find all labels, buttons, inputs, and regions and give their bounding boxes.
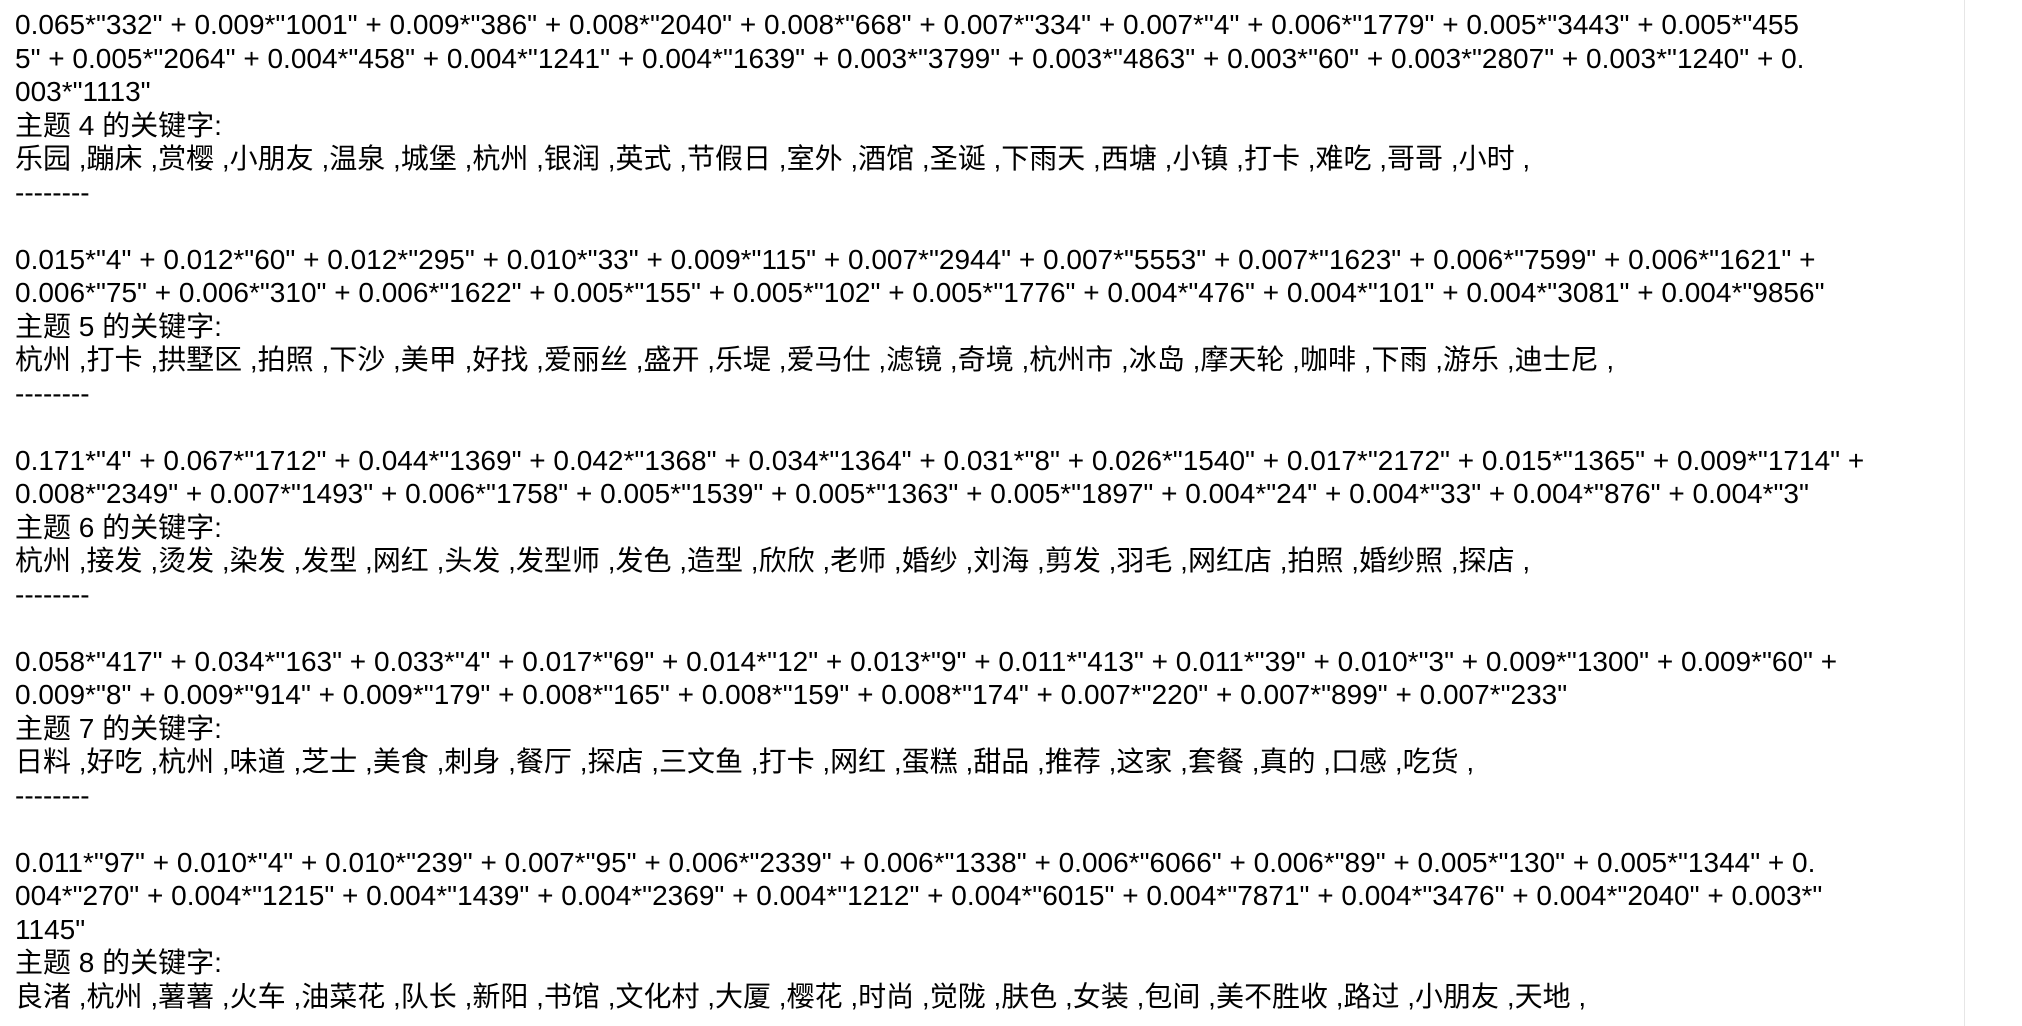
topic-keywords: 乐园 ,蹦床 ,赏樱 ,小朋友 ,温泉 ,城堡 ,杭州 ,银润 ,英式 ,节假日… <box>15 143 1531 174</box>
weights-line: 1145" <box>15 913 86 945</box>
topic-heading: 主题 8 的关键字: <box>15 947 222 978</box>
weights-line: 004*"270" + 0.004*"1215" + 0.004*"1439" … <box>15 880 1823 911</box>
topic-separator: -------- <box>15 779 90 811</box>
weights-line: 003*"1113" <box>15 76 151 107</box>
topic-separator: -------- <box>15 578 90 610</box>
weights-line: 0.008*"2349" + 0.007*"1493" + 0.006*"175… <box>15 478 1809 509</box>
output-text: 0.065*"332" + 0.009*"1001" + 0.009*"386"… <box>0 0 1965 1013</box>
topic-heading: 主题 6 的关键字: <box>15 511 222 543</box>
topic-heading: 主题 7 的关键字: <box>15 712 222 744</box>
weights-line: 5" + 0.005*"2064" + 0.004*"458" + 0.004*… <box>15 42 1805 74</box>
topic-separator: -------- <box>15 377 90 409</box>
topic-keywords: 杭州 ,接发 ,烫发 ,染发 ,发型 ,网红 ,头发 ,发型师 ,发色 ,造型 … <box>15 545 1531 576</box>
weights-line: 0.006*"75" + 0.006*"310" + 0.006*"1622" … <box>15 277 1825 308</box>
topic-separator: -------- <box>15 176 90 208</box>
topic-keywords: 良渚 ,杭州 ,薯薯 ,火车 ,油菜花 ,队长 ,新阳 ,书馆 ,文化村 ,大厦… <box>15 980 1587 1012</box>
weights-line: 0.058*"417" + 0.034*"163" + 0.033*"4" + … <box>15 645 1838 677</box>
topic-block: 0.015*"4" + 0.012*"60" + 0.012*"295" + 0… <box>15 243 1965 444</box>
topic-heading: 主题 4 的关键字: <box>15 109 222 141</box>
topic-block: 0.171*"4" + 0.067*"1712" + 0.044*"1369" … <box>15 444 1965 645</box>
topic-block: 0.058*"417" + 0.034*"163" + 0.033*"4" + … <box>15 645 1965 846</box>
weights-line: 0.011*"97" + 0.010*"4" + 0.010*"239" + 0… <box>15 846 1816 878</box>
topic-keywords: 日料 ,好吃 ,杭州 ,味道 ,芝士 ,美食 ,刺身 ,餐厅 ,探店 ,三文鱼 … <box>15 746 1475 777</box>
scrollbar-track[interactable] <box>1964 0 2022 1026</box>
weights-line: 0.009*"8" + 0.009*"914" + 0.009*"179" + … <box>15 679 1568 710</box>
topic-block: 0.065*"332" + 0.009*"1001" + 0.009*"386"… <box>15 8 1965 243</box>
weights-line: 0.171*"4" + 0.067*"1712" + 0.044*"1369" … <box>15 444 1865 476</box>
topic-heading: 主题 5 的关键字: <box>15 310 222 342</box>
topic-block: 0.011*"97" + 0.010*"4" + 0.010*"239" + 0… <box>15 846 1965 1014</box>
weights-line: 0.065*"332" + 0.009*"1001" + 0.009*"386"… <box>15 9 1800 40</box>
topic-keywords: 杭州 ,打卡 ,拱墅区 ,拍照 ,下沙 ,美甲 ,好找 ,爱丽丝 ,盛开 ,乐堤… <box>15 344 1615 375</box>
weights-line: 0.015*"4" + 0.012*"60" + 0.012*"295" + 0… <box>15 243 1816 275</box>
console-output: 0.065*"332" + 0.009*"1001" + 0.009*"386"… <box>0 0 1965 1026</box>
